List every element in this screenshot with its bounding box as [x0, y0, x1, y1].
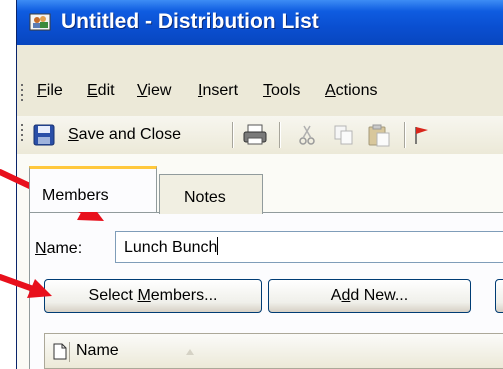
annotation-arrow-select-members: [0, 274, 52, 298]
tab-members[interactable]: Members: [29, 166, 157, 212]
